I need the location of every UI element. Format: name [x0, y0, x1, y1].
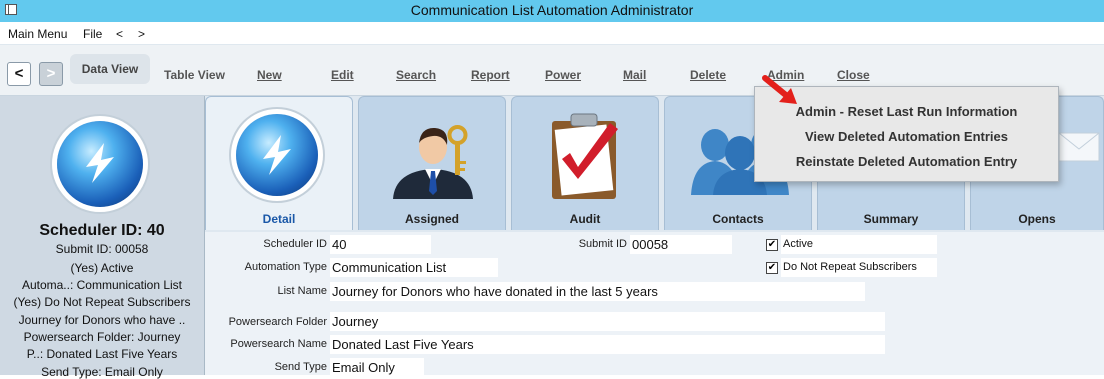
submit-id-label: Submit ID: [578, 238, 627, 250]
scheduler-id-field[interactable]: 40: [330, 235, 431, 254]
summary-line: Send Type: Email Only: [41, 365, 163, 379]
person-key-icon: [393, 125, 473, 199]
scheduler-id-label: Scheduler ID: [263, 238, 327, 250]
powersearch-folder-label: Powersearch Folder: [228, 316, 327, 328]
scheduler-id-heading: Scheduler ID: 40: [39, 222, 165, 239]
automation-type-field[interactable]: Communication List: [330, 258, 498, 277]
tab-label: Assigned: [404, 212, 459, 226]
back-button[interactable]: <: [7, 62, 31, 86]
list-name-field[interactable]: Journey for Donors who have donated in t…: [330, 282, 865, 301]
powersearch-name-field[interactable]: Donated Last Five Years: [330, 335, 885, 354]
menu-item-reinstate-deleted[interactable]: Reinstate Deleted Automation Entry: [755, 154, 1058, 169]
report-button[interactable]: Report: [471, 68, 510, 82]
tab-assigned[interactable]: Assigned: [358, 96, 506, 230]
data-view-button[interactable]: Data View: [70, 54, 150, 84]
do-not-repeat-label: Do Not Repeat Subscribers: [781, 258, 937, 277]
record-summary-panel: Scheduler ID: 40 Submit ID: 00058 (Yes) …: [0, 96, 205, 379]
scheduler-icon: [57, 121, 143, 207]
search-button[interactable]: Search: [396, 68, 436, 82]
menu-item-view-deleted[interactable]: View Deleted Automation Entries: [755, 129, 1058, 144]
clipboard-check-icon: [552, 113, 618, 199]
summary-line: Powersearch Folder: Journey: [23, 330, 181, 344]
window-title: Communication List Automation Administra…: [410, 2, 694, 18]
edit-button[interactable]: Edit: [331, 68, 354, 82]
close-button[interactable]: Close: [837, 68, 870, 82]
tab-label: Contacts: [712, 212, 764, 226]
tab-label: Detail: [262, 212, 296, 226]
menu-file[interactable]: File: [83, 27, 102, 41]
automation-type-label: Automation Type: [244, 261, 327, 273]
title-bar: Communication List Automation Administra…: [0, 0, 1104, 22]
menu-bar: Main Menu File < >: [0, 24, 1104, 45]
mail-button[interactable]: Mail: [623, 68, 646, 82]
summary-line: (Yes) Do Not Repeat Subscribers: [13, 295, 191, 309]
new-button[interactable]: New: [257, 68, 282, 82]
menu-forward[interactable]: >: [138, 27, 145, 41]
powersearch-name-label: Powersearch Name: [230, 338, 327, 350]
summary-line: Submit ID: 00058: [55, 242, 149, 256]
tab-audit[interactable]: Audit: [511, 96, 659, 230]
detail-form: Scheduler ID 40 Submit ID 00058 ✔ Active…: [205, 232, 1104, 377]
submit-id-field[interactable]: 00058: [630, 235, 732, 254]
power-button[interactable]: Power: [545, 68, 581, 82]
powersearch-folder-field[interactable]: Journey: [330, 312, 885, 331]
summary-line: (Yes) Active: [70, 261, 134, 275]
summary-line: P..: Donated Last Five Years: [26, 347, 178, 361]
delete-button[interactable]: Delete: [690, 68, 726, 82]
tab-label: Opens: [1018, 212, 1056, 226]
menu-main-menu[interactable]: Main Menu: [8, 27, 67, 41]
forward-button[interactable]: >: [39, 62, 63, 86]
scheduler-icon: [236, 114, 318, 196]
send-type-label: Send Type: [274, 361, 327, 373]
envelope-icon: [1058, 132, 1100, 162]
active-checkbox[interactable]: ✔: [766, 239, 778, 251]
summary-line: Journey for Donors who have ..: [18, 313, 186, 327]
active-label: Active: [781, 235, 937, 254]
red-arrow-icon: [762, 75, 797, 104]
table-view-button[interactable]: Table View: [164, 68, 225, 82]
tab-detail[interactable]: Detail: [205, 96, 353, 230]
menu-item-reset-last-run[interactable]: Admin - Reset Last Run Information: [755, 104, 1058, 119]
summary-line: Automa..: Communication List: [21, 278, 183, 292]
do-not-repeat-checkbox[interactable]: ✔: [766, 262, 778, 274]
tab-label: Audit: [569, 212, 601, 226]
list-name-label: List Name: [277, 285, 327, 297]
menu-back[interactable]: <: [116, 27, 123, 41]
send-type-field[interactable]: Email Only: [330, 358, 424, 377]
tab-label: Summary: [863, 212, 919, 226]
